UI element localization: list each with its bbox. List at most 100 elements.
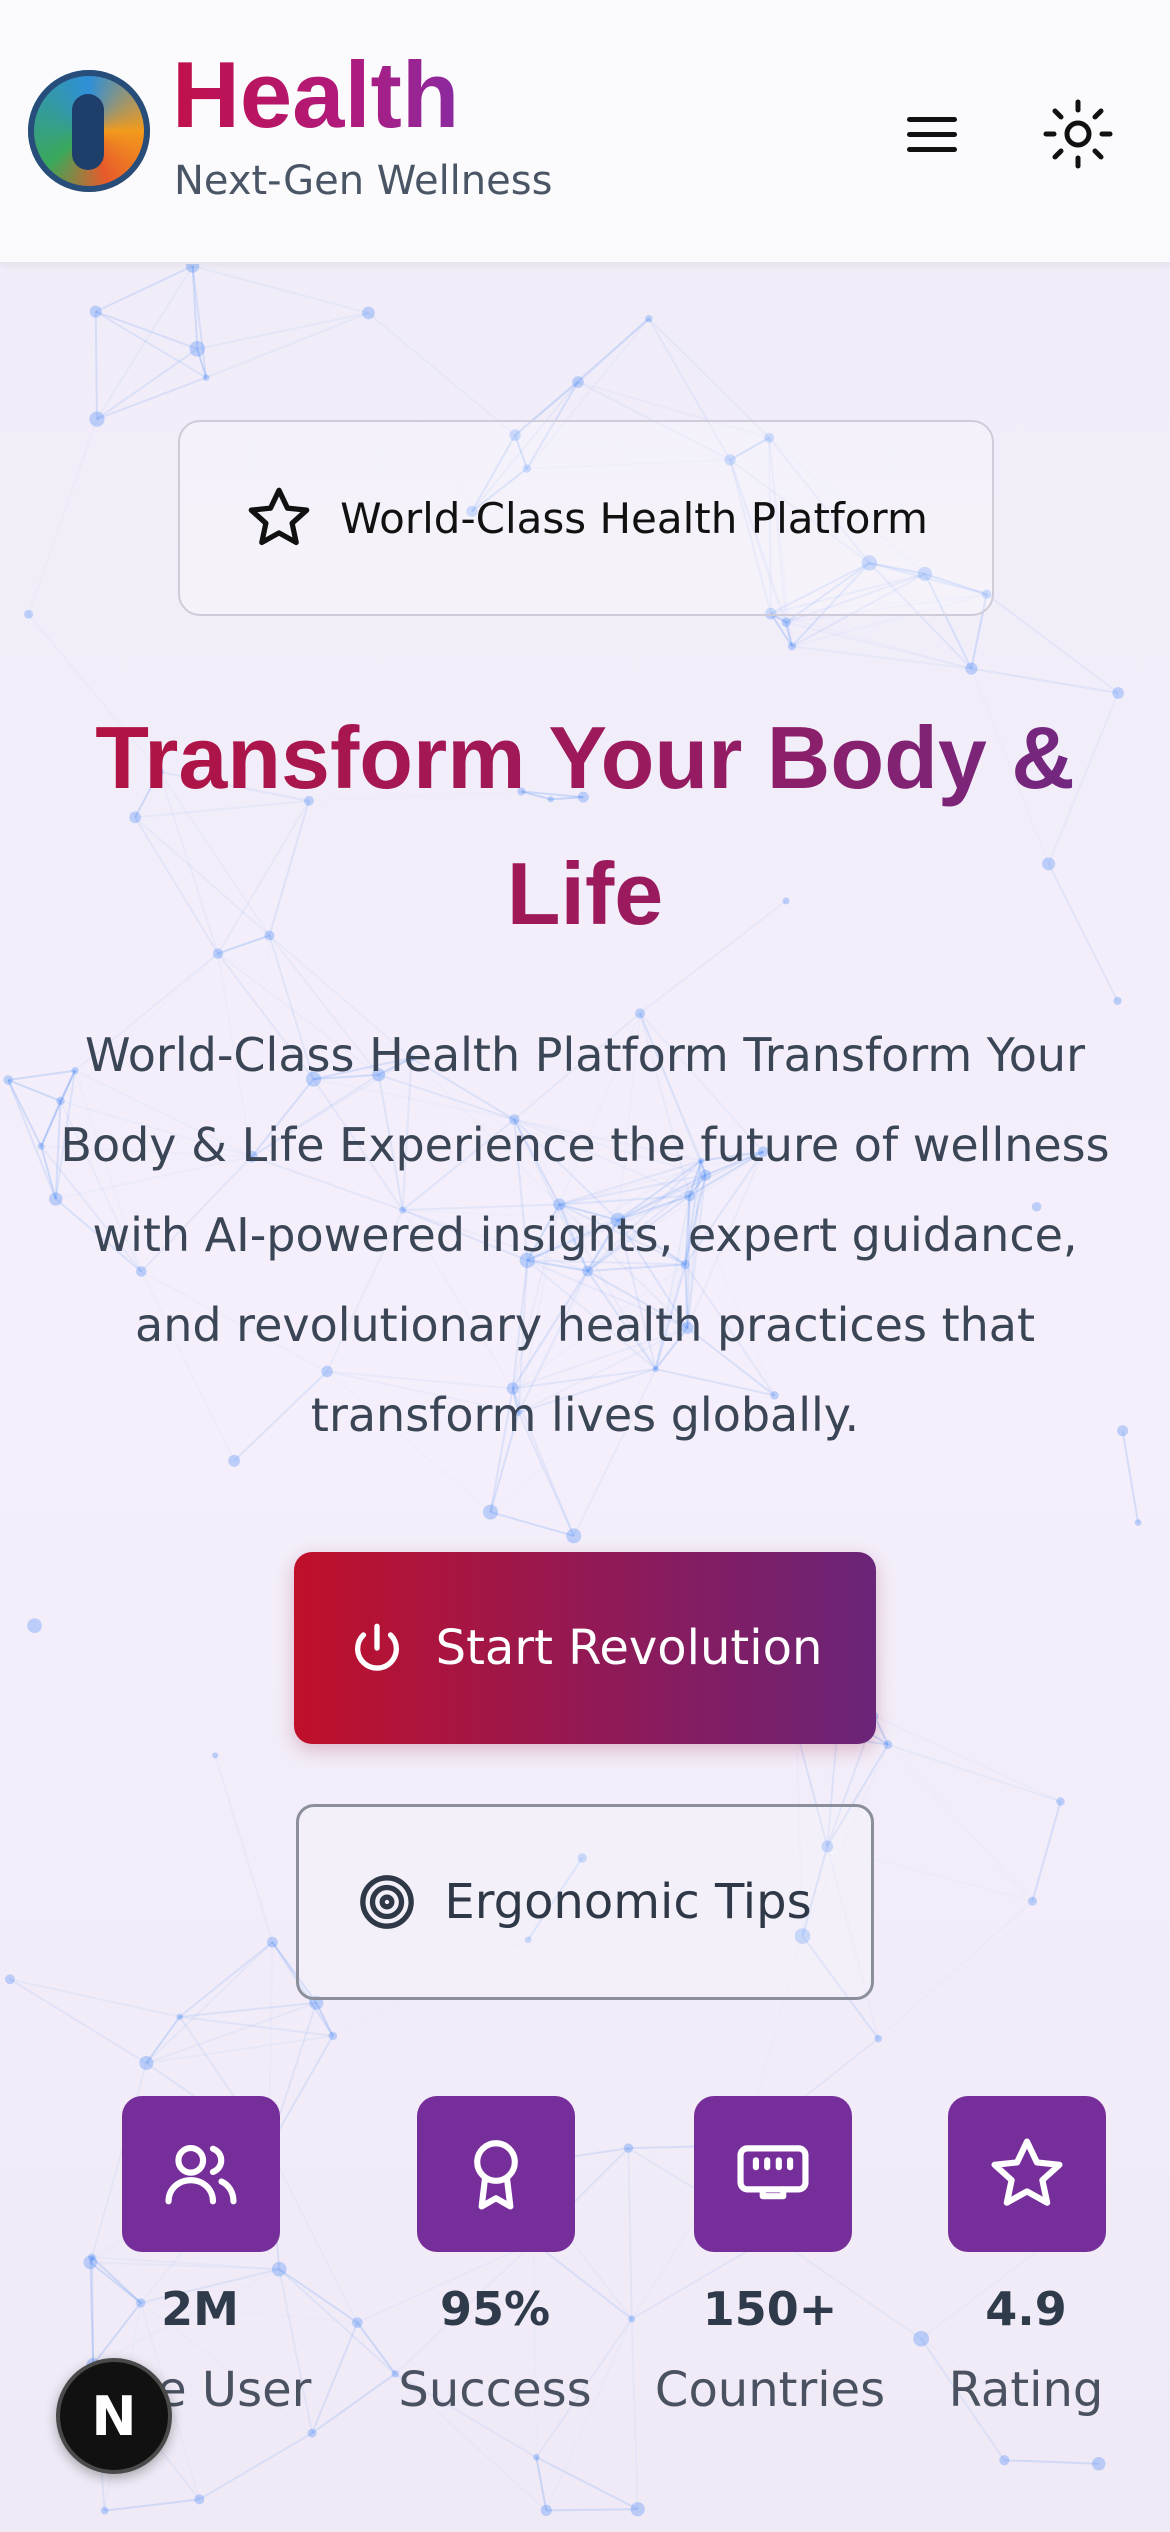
start-revolution-label: Start Revolution	[435, 1620, 823, 1676]
network-line	[145, 1941, 274, 2064]
network-line	[791, 645, 972, 670]
network-line	[191, 265, 208, 378]
network-node	[89, 411, 105, 427]
target-icon	[360, 1875, 415, 1929]
award-icon	[417, 2096, 575, 2252]
stat-value: 95%	[439, 2282, 551, 2336]
start-revolution-button[interactable]: Start Revolution	[294, 1552, 876, 1744]
network-node	[1117, 1425, 1129, 1437]
network-node	[566, 1528, 582, 1544]
network-node	[267, 1936, 278, 1948]
hero-title: Transform Your Body & Life	[20, 690, 1150, 962]
app-header: Health Next-Gen Wellness	[0, 0, 1170, 264]
star-icon	[248, 487, 310, 546]
stat-success: 95% Success	[365, 2096, 625, 2426]
network-node	[176, 2013, 183, 2020]
network-line	[367, 312, 516, 436]
network-line	[1004, 2459, 1099, 2465]
network-line	[96, 348, 198, 420]
badge-label: World-Class Health Platform	[340, 493, 928, 543]
ergonomic-tips-label: Ergonomic Tips	[444, 1874, 812, 1930]
network-node	[483, 1504, 499, 1520]
network-node	[352, 2317, 363, 2328]
network-line	[35, 1626, 216, 1756]
network-node	[645, 314, 653, 323]
network-icon	[694, 2096, 852, 2252]
network-node	[185, 264, 200, 273]
network-node	[630, 2502, 645, 2517]
brand-title: Health	[172, 42, 460, 147]
stat-value: 150+	[702, 2282, 838, 2336]
network-line	[40, 1100, 62, 1147]
network-node	[3, 1075, 13, 1085]
network-line	[7, 1079, 43, 1147]
network-line	[9, 1978, 180, 2018]
network-node	[1113, 996, 1122, 1006]
network-line	[95, 310, 207, 379]
network-node	[4, 1974, 15, 1985]
network-node	[1092, 2457, 1106, 2471]
network-node	[362, 306, 375, 320]
network-line	[29, 419, 97, 614]
star-icon	[948, 2096, 1106, 2252]
network-line	[94, 311, 98, 420]
platform-badge: World-Class Health Platform	[178, 420, 994, 616]
network-node	[328, 2031, 338, 2041]
network-line	[546, 2508, 638, 2512]
network-node	[540, 2504, 552, 2517]
network-line	[535, 2456, 639, 2511]
network-line	[7, 1079, 57, 1200]
network-node	[787, 642, 797, 651]
network-node	[533, 2454, 540, 2461]
network-line	[192, 265, 369, 314]
network-node	[572, 376, 584, 388]
network-node	[628, 2315, 636, 2323]
network-line	[214, 1755, 274, 1943]
network-node	[100, 2506, 109, 2515]
health-logo[interactable]	[28, 70, 150, 192]
power-icon	[354, 1623, 399, 1671]
network-node	[1134, 1519, 1142, 1526]
network-line	[205, 312, 369, 379]
network-line	[1121, 1430, 1140, 1523]
network-node	[194, 2494, 205, 2505]
network-node	[883, 1740, 893, 1750]
hero-description: World-Class Health Platform Transform Yo…	[60, 1028, 1110, 1442]
network-node	[623, 2143, 634, 2153]
network-node	[27, 1618, 42, 1633]
network-line	[985, 593, 1119, 694]
network-line	[198, 2432, 313, 2501]
network-line	[878, 1901, 1032, 2038]
ergonomic-tips-button[interactable]: Ergonomic Tips	[296, 1804, 874, 2000]
network-node	[307, 2428, 317, 2438]
network-node	[965, 662, 978, 675]
network-node	[24, 609, 33, 619]
stat-value: 2M	[161, 2282, 239, 2336]
brand-subtitle: Next-Gen Wellness	[174, 158, 553, 204]
stat-label: Rating	[948, 2362, 1104, 2418]
network-node	[212, 1752, 219, 1759]
network-node	[89, 305, 102, 318]
network-line	[627, 2148, 633, 2319]
network-line	[95, 310, 198, 350]
users-icon	[122, 2096, 280, 2252]
network-node	[1027, 1896, 1037, 1906]
hamburger-menu-icon[interactable]	[898, 100, 966, 168]
network-line	[96, 376, 207, 421]
network-node	[139, 2056, 154, 2071]
network-node	[189, 341, 206, 357]
network-line	[1031, 1801, 1062, 1902]
floating-dev-badge[interactable]: N	[56, 2358, 172, 2474]
network-line	[179, 1941, 274, 2018]
network-node	[202, 374, 210, 381]
network-line	[9, 1978, 147, 2064]
stat-value: 4.9	[985, 2282, 1067, 2336]
stat-rating: 4.9 Rating	[896, 2096, 1156, 2426]
network-node	[37, 1142, 45, 1150]
network-node	[1056, 1797, 1065, 1806]
sun-icon[interactable]	[1040, 96, 1116, 172]
network-line	[197, 311, 369, 350]
network-node	[874, 2034, 883, 2043]
network-node	[999, 2455, 1010, 2466]
network-line	[490, 1511, 575, 1537]
